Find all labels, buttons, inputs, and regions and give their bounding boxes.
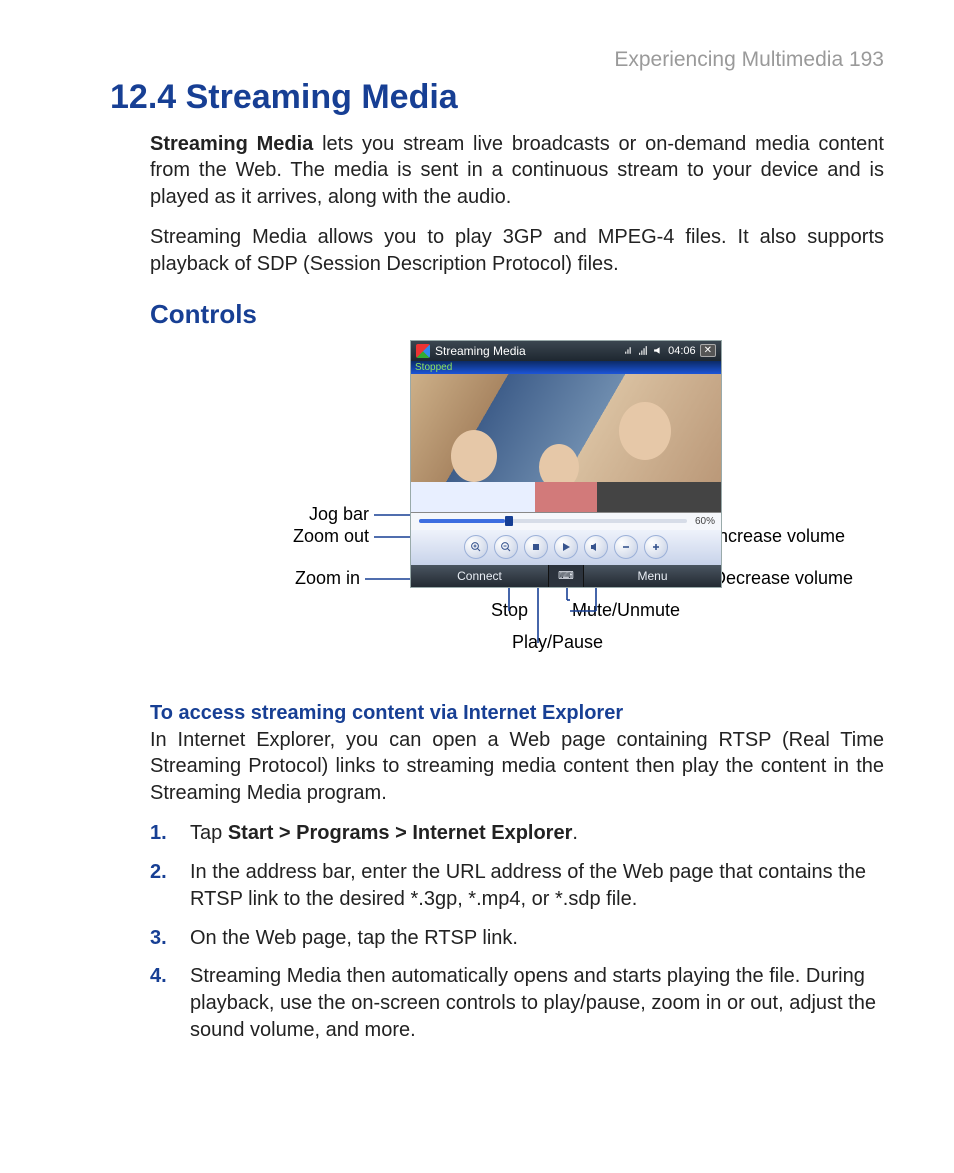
callout-increase-volume: Increase volume [713,526,845,547]
app-title: Streaming Media [435,344,526,358]
step-1: Tap Start > Programs > Internet Explorer… [150,820,884,859]
keyboard-icon: ⌨ [549,565,584,587]
playback-status: Stopped [411,361,721,374]
clock-time: 04:06 [668,345,696,357]
zoom-in-button [464,535,488,559]
zoom-out-button [494,535,518,559]
intro-paragraph-1: Streaming Media lets you stream live bro… [150,131,884,210]
step-3: On the Web page, tap the RTSP link. [150,925,884,964]
callout-stop: Stop [491,600,528,621]
callout-decrease-volume: Decrease volume [713,568,853,589]
step-4-text: Streaming Media then automatically opens… [190,965,876,1041]
close-icon: ✕ [700,344,716,357]
softkey-right: Menu [584,565,721,587]
stop-button [524,535,548,559]
connectivity-icon [623,345,634,356]
step-3-text: On the Web page, tap the RTSP link. [190,927,518,949]
jog-bar: 60% [411,513,721,530]
mute-button [584,535,608,559]
play-pause-button [554,535,578,559]
callout-zoom-in: Zoom in [286,568,360,589]
device-screenshot: Streaming Media 04:06 ✕ Stopped [410,340,722,588]
section-title: 12.4 Streaming Media [110,78,884,117]
device-titlebar: Streaming Media 04:06 ✕ [411,341,721,361]
control-buttons-row [411,530,721,565]
intro-lead: Streaming Media [150,133,313,155]
volume-down-button [614,535,638,559]
access-intro: In Internet Explorer, you can open a Web… [150,727,884,806]
intro-paragraph-2: Streaming Media allows you to play 3GP a… [150,224,884,277]
controls-heading: Controls [150,299,884,330]
jog-thumb [505,516,513,526]
callout-jog-bar: Jog bar [303,504,369,525]
step-4: Streaming Media then automatically opens… [150,963,884,1055]
controls-figure: Jog bar Zoom out Zoom in Stop Play/Pause… [150,340,884,676]
access-heading: To access streaming content via Internet… [150,702,884,725]
start-icon [416,344,430,358]
softkey-bar: Connect ⌨ Menu [411,565,721,587]
step-2-text: In the address bar, enter the URL addres… [190,861,866,910]
volume-up-button [644,535,668,559]
step-2: In the address bar, enter the URL addres… [150,859,884,925]
callout-play-pause: Play/Pause [512,632,603,653]
speaker-icon [653,345,664,356]
softkey-left: Connect [411,565,549,587]
running-header: Experiencing Multimedia 193 [70,48,884,72]
callout-mute: Mute/Unmute [572,600,680,621]
steps-list: Tap Start > Programs > Internet Explorer… [150,820,884,1056]
step-1-post: . [572,822,578,844]
callout-zoom-out: Zoom out [281,526,369,547]
progress-percent: 60% [695,516,715,527]
video-frame [411,374,721,513]
signal-icon [638,345,649,356]
step-1-bold: Start > Programs > Internet Explorer [228,822,573,844]
step-1-pre: Tap [190,822,228,844]
